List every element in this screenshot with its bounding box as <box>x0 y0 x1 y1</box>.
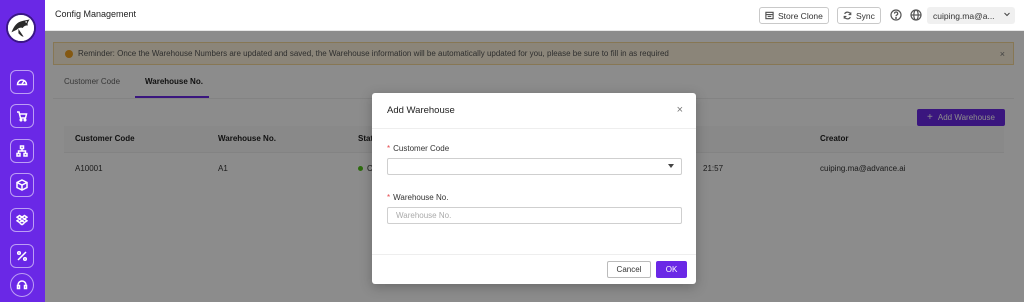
sync-button[interactable]: Sync <box>837 7 881 24</box>
sync-icon <box>843 11 852 20</box>
customer-code-select[interactable] <box>387 158 682 175</box>
sidebar-item-organization[interactable] <box>10 139 34 163</box>
percent-icon <box>16 250 28 262</box>
add-warehouse-modal: Add Warehouse × * Customer Code * Warehous… <box>372 93 696 284</box>
warehouse-no-input[interactable] <box>387 207 682 224</box>
sidebar-item-orders[interactable] <box>10 104 34 128</box>
dashboard-icon <box>16 79 28 86</box>
warehouse-no-label: * Warehouse No. <box>387 193 449 202</box>
store-clone-label: Store Clone <box>778 10 823 21</box>
cancel-button[interactable]: Cancel <box>607 261 651 278</box>
sidebar-item-dashboard[interactable] <box>10 70 34 94</box>
sidebar-item-products[interactable] <box>10 173 34 197</box>
chevron-down-icon <box>1004 12 1010 17</box>
eagle-logo-icon <box>8 15 34 41</box>
sidebar-item-discounts[interactable] <box>10 244 34 268</box>
globe-icon[interactable] <box>910 9 922 21</box>
modal-divider <box>372 128 696 129</box>
user-email: cuiping.ma@a... <box>933 10 995 21</box>
modal-footer-divider <box>372 254 696 255</box>
page-title: Config Management <box>55 9 137 19</box>
user-menu[interactable]: cuiping.ma@a... <box>927 7 1015 24</box>
org-chart-icon <box>16 145 28 157</box>
cart-icon <box>17 111 28 122</box>
headset-icon <box>16 280 28 290</box>
store-icon <box>765 11 774 20</box>
sidebar-item-support[interactable] <box>10 273 34 297</box>
dropbox-icon <box>16 214 28 226</box>
app-logo[interactable] <box>6 13 36 43</box>
sync-label: Sync <box>856 10 875 21</box>
modal-title: Add Warehouse <box>387 105 455 116</box>
store-clone-button[interactable]: Store Clone <box>759 7 829 24</box>
sidebar <box>0 0 45 302</box>
help-icon[interactable] <box>890 9 902 21</box>
required-mark: * <box>387 144 391 153</box>
top-header: Config Management Store Clone Sync cuipi… <box>45 0 1024 31</box>
customer-code-label: * Customer Code <box>387 144 450 153</box>
ok-button[interactable]: OK <box>656 261 687 278</box>
box-icon <box>16 179 28 191</box>
close-icon[interactable]: × <box>677 104 683 116</box>
caret-down-icon <box>668 164 674 168</box>
sidebar-item-storage[interactable] <box>10 208 34 232</box>
required-mark: * <box>387 193 391 202</box>
